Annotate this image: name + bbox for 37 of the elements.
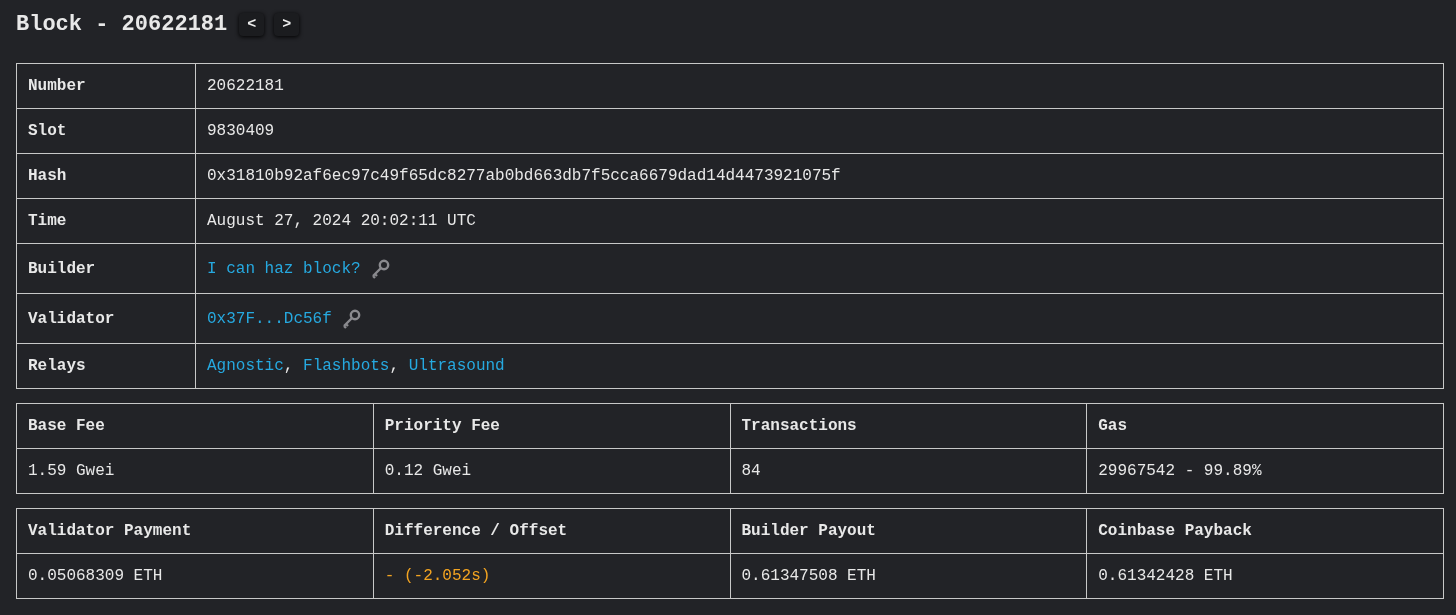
field-value: 0x31810b92af6ec97c49f65dc8277ab0bd663db7f5cca6679dad14d4473921075f: [195, 153, 1444, 199]
relay-link[interactable]: Agnostic: [207, 357, 284, 375]
link[interactable]: I can haz block?: [207, 259, 361, 278]
table-cell: 0.12 Gwei: [373, 448, 730, 494]
column-header: Gas: [1086, 403, 1444, 449]
field-label: Hash: [16, 153, 196, 199]
link[interactable]: 0x37F...Dc56f: [207, 309, 332, 328]
field-label: Time: [16, 198, 196, 244]
column-header: Transactions: [730, 403, 1087, 449]
column-header: Base Fee: [16, 403, 374, 449]
column-header: Validator Payment: [16, 508, 374, 554]
next-button[interactable]: >: [274, 12, 300, 36]
separator: ,: [389, 357, 400, 375]
table-cell: 84: [730, 448, 1087, 494]
field-value: 9830409: [195, 108, 1444, 154]
relay-link[interactable]: Flashbots: [303, 357, 390, 375]
column-header: Priority Fee: [373, 403, 730, 449]
field-label: Number: [16, 63, 196, 109]
column-header: Coinbase Payback: [1086, 508, 1444, 554]
separator: ,: [283, 357, 294, 375]
previous-button[interactable]: <: [239, 12, 265, 36]
field-label: Validator: [16, 293, 196, 344]
table-cell: 29967542 - 99.89%: [1086, 448, 1444, 494]
field-value: August 27, 2024 20:02:11 UTC: [195, 198, 1444, 244]
relay-link[interactable]: Ultrasound: [408, 357, 505, 375]
column-header: Difference / Offset: [373, 508, 730, 554]
column-header: Builder Payout: [730, 508, 1087, 554]
field-label: Relays: [16, 343, 196, 389]
table-cell: 0.61342428 ETH: [1086, 553, 1444, 599]
field-label: Builder: [16, 243, 196, 294]
page-title: Block - 20622181: [16, 11, 228, 37]
field-value: 20622181: [195, 63, 1444, 109]
table-cell: 1.59 Gwei: [16, 448, 374, 494]
table-cell: - (-2.052s): [373, 553, 730, 599]
field-label: Slot: [16, 108, 196, 154]
table-cell: 0.05068309 ETH: [16, 553, 374, 599]
table-cell: 0.61347508 ETH: [730, 553, 1087, 599]
